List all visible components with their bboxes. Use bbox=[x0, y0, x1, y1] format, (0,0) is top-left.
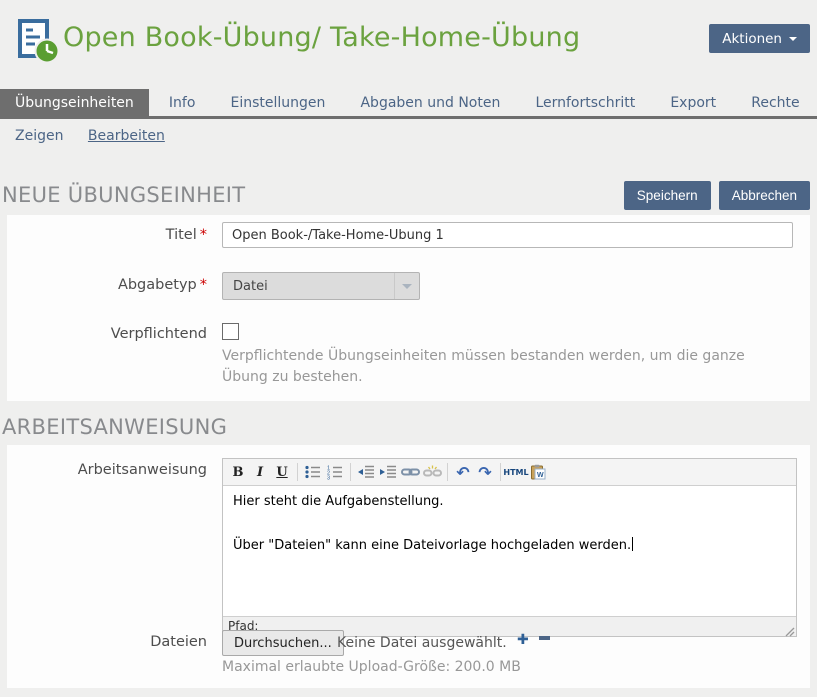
svg-text:3: 3 bbox=[327, 476, 330, 481]
section-header-new-unit: NEUE ÜBUNGSEINHEIT Speichern Abbrechen bbox=[2, 180, 810, 211]
redo-icon[interactable]: ↷ bbox=[475, 462, 495, 482]
exercise-icon bbox=[17, 19, 61, 65]
no-file-selected-text: Keine Datei ausgewählt. bbox=[337, 635, 507, 651]
tab-uebungseinheiten[interactable]: Übungseinheiten bbox=[0, 89, 149, 116]
page-title: Open Book-Übung/ Take-Home-Übung bbox=[63, 22, 580, 53]
editor-paragraph: Über "Dateien" kann eine Dateivorlage ho… bbox=[233, 537, 786, 554]
tab-einstellungen[interactable]: Einstellungen bbox=[215, 89, 340, 116]
actions-button-label: Aktionen bbox=[722, 31, 782, 47]
bold-icon[interactable]: B bbox=[228, 462, 248, 482]
section-title: ARBEITSANWEISUNG bbox=[2, 415, 227, 439]
resize-grip-icon[interactable] bbox=[784, 624, 795, 635]
section-header-instructions: ARBEITSANWEISUNG bbox=[2, 412, 810, 443]
html-source-icon[interactable]: HTML bbox=[506, 462, 526, 482]
upload-size-hint: Maximal erlaubte Upload-Größe: 200.0 MB bbox=[222, 659, 521, 675]
tab-bar: Übungseinheiten Info Einstellungen Abgab… bbox=[0, 89, 817, 119]
link-icon[interactable] bbox=[400, 462, 420, 482]
tab-lernfortschritt[interactable]: Lernfortschritt bbox=[520, 89, 650, 116]
toolbar-separator bbox=[500, 463, 501, 481]
editor-paragraph: Hier steht die Aufgabenstellung. bbox=[233, 494, 786, 510]
remove-file-icon[interactable] bbox=[539, 636, 550, 640]
subtab-bar: Zeigen Bearbeiten bbox=[15, 128, 185, 144]
verpflichtend-checkbox[interactable] bbox=[222, 323, 239, 340]
cancel-button[interactable]: Abbrechen bbox=[719, 181, 810, 210]
actions-button[interactable]: Aktionen bbox=[709, 24, 810, 53]
subtab-bearbeiten[interactable]: Bearbeiten bbox=[88, 128, 165, 144]
chevron-down-icon bbox=[402, 284, 412, 289]
chevron-down-icon bbox=[789, 37, 797, 41]
save-button[interactable]: Speichern bbox=[624, 181, 711, 210]
verpflichtend-description: Verpflichtende Übungseinheiten müssen be… bbox=[222, 346, 755, 388]
select-arrow-area bbox=[394, 273, 419, 299]
verpflichtend-label: Verpflichtend bbox=[7, 326, 207, 342]
abgabetyp-label: Abgabetyp* bbox=[7, 277, 207, 293]
tab-rechte[interactable]: Rechte bbox=[736, 89, 814, 116]
svg-text:W: W bbox=[537, 472, 544, 479]
unlink-icon[interactable] bbox=[422, 462, 442, 482]
section-title: NEUE ÜBUNGSEINHEIT bbox=[2, 183, 245, 207]
tab-export[interactable]: Export bbox=[655, 89, 731, 116]
unordered-list-icon[interactable] bbox=[303, 462, 323, 482]
abgabetyp-select[interactable]: Datei bbox=[222, 272, 420, 300]
abgabetyp-selected-value: Datei bbox=[223, 279, 394, 294]
toolbar-separator bbox=[447, 463, 448, 481]
arbeitsanweisung-label: Arbeitsanweisung bbox=[7, 462, 207, 478]
paste-from-word-icon[interactable]: W bbox=[528, 462, 548, 482]
italic-icon[interactable]: I bbox=[250, 462, 270, 482]
titel-input[interactable] bbox=[222, 222, 793, 248]
titel-label: Titel* bbox=[7, 227, 207, 243]
browse-button[interactable]: Durchsuchen... bbox=[222, 630, 344, 656]
undo-icon[interactable]: ↶ bbox=[453, 462, 473, 482]
text-caret bbox=[632, 537, 633, 551]
dateien-label: Dateien bbox=[7, 634, 207, 650]
richtext-editor: B I U 123 ↶ ↷ bbox=[222, 458, 797, 637]
editor-content-area[interactable]: Hier steht die Aufgabenstellung. Über "D… bbox=[223, 486, 796, 616]
outdent-icon[interactable] bbox=[356, 462, 376, 482]
required-asterisk: * bbox=[200, 227, 207, 243]
form-panel-new-unit: Titel* Abgabetyp* Datei Verpflichtend Ve… bbox=[7, 215, 810, 401]
editor-toolbar: B I U 123 ↶ ↷ bbox=[223, 459, 796, 486]
toolbar-separator bbox=[350, 463, 351, 481]
form-panel-instructions: Arbeitsanweisung B I U 123 bbox=[7, 445, 810, 688]
ordered-list-icon[interactable]: 123 bbox=[325, 462, 345, 482]
subtab-zeigen[interactable]: Zeigen bbox=[15, 128, 63, 144]
tab-abgaben-und-noten[interactable]: Abgaben und Noten bbox=[345, 89, 515, 116]
indent-icon[interactable] bbox=[378, 462, 398, 482]
required-asterisk: * bbox=[200, 277, 207, 293]
add-file-icon[interactable]: ✚ bbox=[517, 632, 529, 648]
tab-info[interactable]: Info bbox=[154, 89, 211, 116]
toolbar-separator bbox=[297, 463, 298, 481]
underline-icon[interactable]: U bbox=[272, 462, 292, 482]
